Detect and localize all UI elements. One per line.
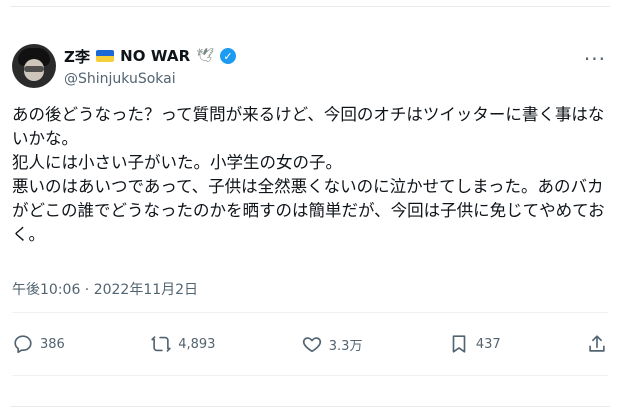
reply-button[interactable]: 386	[12, 333, 65, 355]
verified-badge-icon[interactable]: ✓	[220, 48, 237, 64]
tweet-card: Z李 NO WAR 🕊 ✓ @ShinjukuSokai ··· あの後どうなっ…	[0, 0, 620, 413]
bookmark-count: 437	[475, 336, 501, 352]
divider-top	[12, 312, 608, 313]
user-handle[interactable]: @ShinjukuSokai	[64, 71, 176, 87]
tweet-text: あの後どうなった？って質問が来るけど、今回のオチはツイッターに書く事はないかな。…	[12, 103, 607, 247]
tweet-line-3: 悪いのはあいつであって、子供は全然悪くないのに泣かせてしまった。あのバカがどこの…	[12, 177, 605, 244]
reply-count: 386	[40, 336, 65, 352]
tweet-line-1: あの後どうなった？って質問が来るけど、今回のオチはツイッターに書く事はないかな。	[12, 105, 605, 148]
tweet-timestamp[interactable]: 午後10:06 · 2022年11月2日	[12, 279, 198, 299]
retweet-count: 4,893	[178, 336, 216, 352]
share-button[interactable]	[586, 333, 608, 355]
retweet-button[interactable]: 4,893	[150, 333, 215, 355]
reply-icon	[14, 335, 32, 354]
bookmark-button[interactable]: 437	[448, 333, 501, 355]
like-button[interactable]: 3.3万	[301, 333, 363, 355]
ukraine-flag-icon	[96, 50, 115, 62]
bottom-border	[10, 406, 610, 407]
flag-yellow	[96, 56, 115, 62]
divider-bottom	[12, 375, 608, 376]
avatar[interactable]	[12, 44, 56, 88]
bookmark-icon	[452, 335, 466, 353]
dove-icon: 🕊	[196, 48, 215, 64]
like-count: 3.3万	[328, 338, 363, 354]
avatar-glasses	[24, 66, 44, 72]
more-options-icon[interactable]: ···	[584, 49, 606, 69]
action-bar: 386 4,893 3.3万 437	[12, 326, 608, 362]
name-badge-text: NO WAR	[120, 47, 191, 65]
top-border	[10, 6, 610, 7]
heart-icon	[302, 337, 321, 353]
display-name[interactable]: Z李	[64, 46, 90, 67]
retweet-icon	[151, 336, 171, 352]
author-name-row[interactable]: Z李 NO WAR 🕊 ✓	[64, 45, 237, 67]
share-icon	[589, 335, 605, 352]
tweet-line-2: 犯人には小さい子がいた。小学生の女の子。	[12, 153, 342, 172]
